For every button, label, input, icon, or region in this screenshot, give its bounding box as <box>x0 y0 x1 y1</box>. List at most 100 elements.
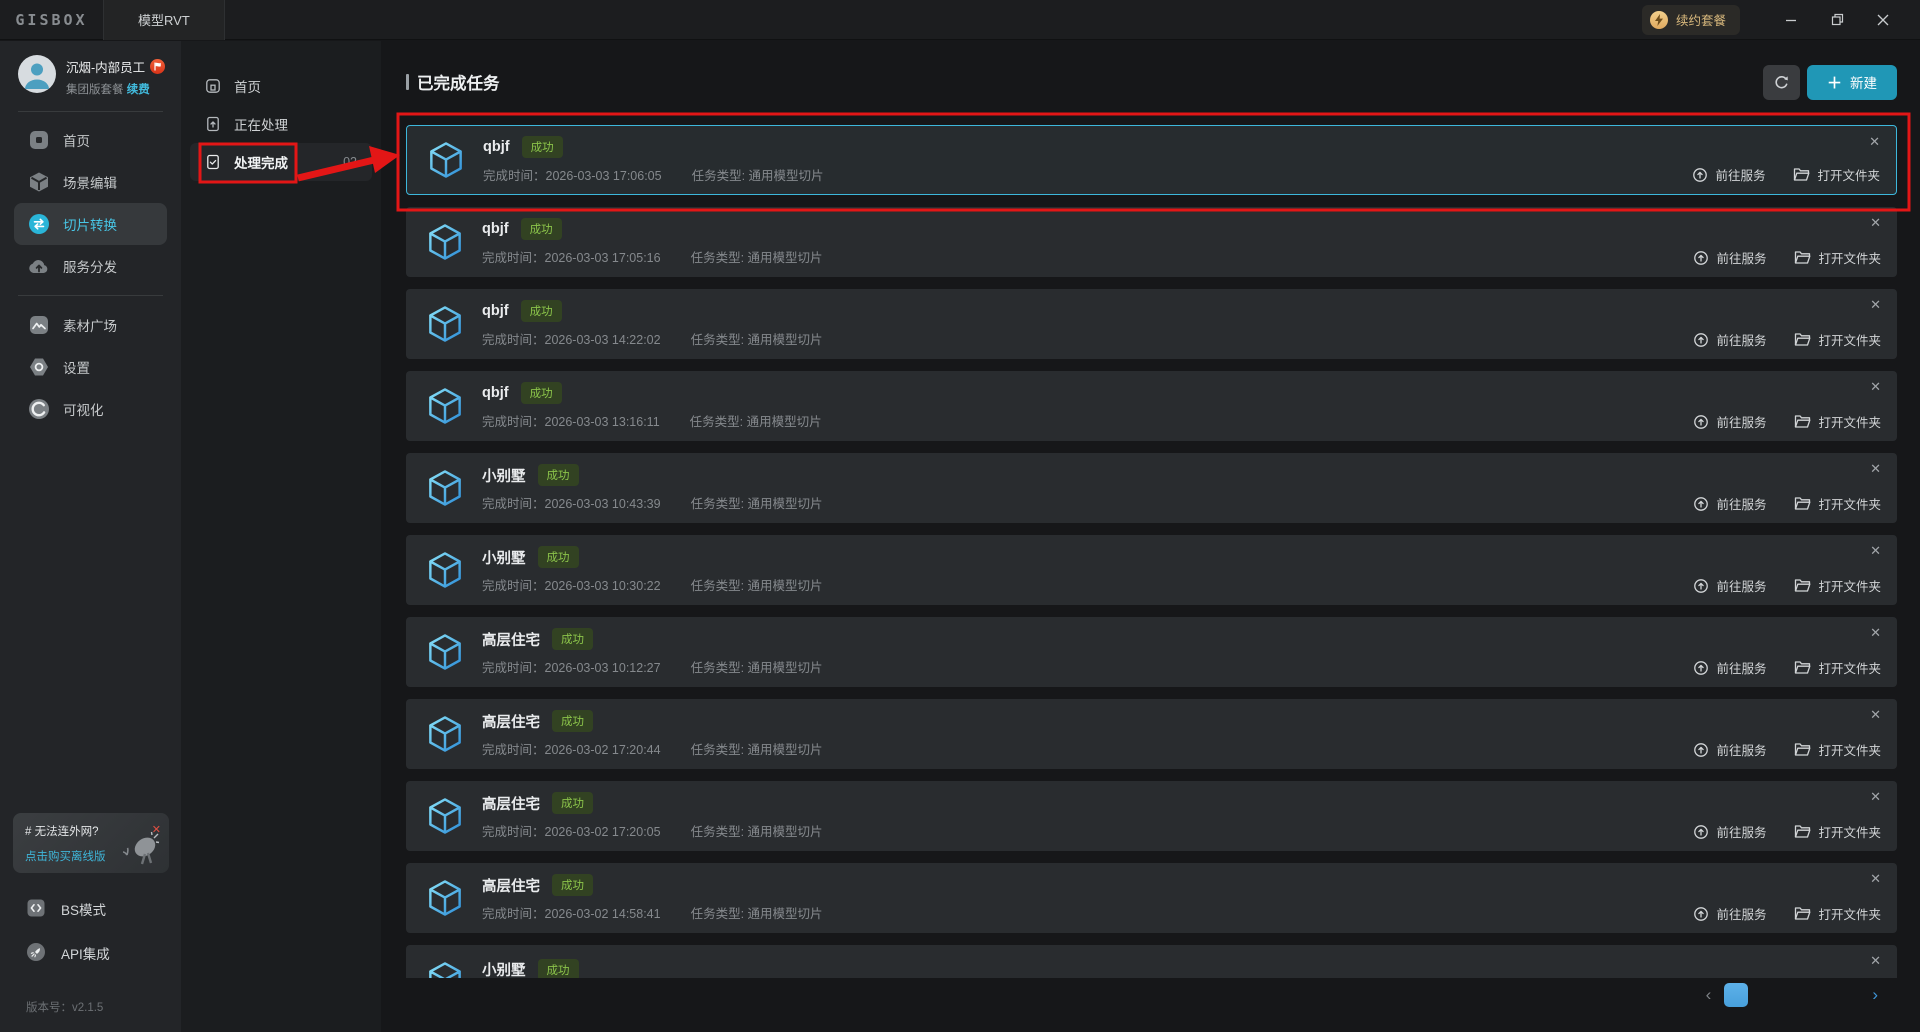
task-card[interactable]: qbjf 成功 完成时间：2026-03-03 13:16:11 任务类型: 通用… <box>406 371 1897 441</box>
lightning-icon <box>1649 10 1668 29</box>
go-service-button[interactable]: 前往服务 <box>1693 576 1766 595</box>
task-close-icon[interactable]: ✕ <box>1870 216 1881 229</box>
task-card[interactable]: 高层住宅 成功 完成时间：2026-03-02 14:58:41 任务类型: 通用… <box>406 863 1897 933</box>
user-plan-label: 集团版套餐 <box>66 84 124 96</box>
task-card[interactable]: 小别墅 成功 完成时间：2026-03-03 10:43:39 任务类型: 通用模… <box>406 453 1897 523</box>
pagination: ‹ › <box>1706 983 1878 1007</box>
sidebar-item-home[interactable]: 首页 <box>14 119 167 161</box>
task-close-icon[interactable]: ✕ <box>1869 135 1880 148</box>
sidebar-item-service-distribute[interactable]: 服务分发 <box>14 245 167 287</box>
go-service-label: 前往服务 <box>1716 416 1767 430</box>
sidebar-item-material-market[interactable]: 素材广场 <box>14 304 167 346</box>
task-card[interactable]: 高层住宅 成功 完成时间：2026-03-02 17:20:44 任务类型: 通用… <box>406 699 1897 769</box>
go-service-button[interactable]: 前往服务 <box>1693 822 1766 841</box>
task-close-icon[interactable]: ✕ <box>1870 708 1881 721</box>
renew-plan-button[interactable]: 续约套餐 <box>1641 4 1740 35</box>
subsidebar-item-label: 处理完成 <box>234 156 288 171</box>
task-close-icon[interactable]: ✕ <box>1870 462 1881 475</box>
renew-fee-link[interactable]: 续费 <box>127 84 150 96</box>
task-finish-time: 完成时间：2026-03-03 17:05:16 <box>482 251 661 265</box>
avatar[interactable] <box>18 55 56 93</box>
go-service-button[interactable]: 前往服务 <box>1693 904 1766 923</box>
open-folder-button[interactable]: 打开文件夹 <box>1793 165 1880 184</box>
sidebar-item-visualization[interactable]: 可视化 <box>14 388 167 430</box>
open-folder-button[interactable]: 打开文件夹 <box>1794 494 1881 513</box>
page-button[interactable] <box>1724 983 1749 1007</box>
open-folder-button[interactable]: 打开文件夹 <box>1794 904 1881 923</box>
status-badge: 成功 <box>552 792 593 814</box>
task-close-icon[interactable]: ✕ <box>1870 954 1881 967</box>
sidebar-item-slice-convert[interactable]: 切片转换 <box>14 203 167 245</box>
open-folder-button[interactable]: 打开文件夹 <box>1794 412 1881 431</box>
go-service-button[interactable]: 前往服务 <box>1693 330 1766 349</box>
task-name: 高层住宅 <box>482 632 540 649</box>
task-info: qbjf 成功 完成时间：2026-03-03 17:06:05 任务类型: 通用… <box>483 136 824 184</box>
model-cube-icon <box>429 306 461 342</box>
go-service-button[interactable]: 前往服务 <box>1693 412 1766 431</box>
task-type: 任务类型: 通用模型切片 <box>690 907 823 921</box>
subsidebar-item-label: 首页 <box>234 80 261 95</box>
open-folder-button[interactable]: 打开文件夹 <box>1794 248 1881 267</box>
page-button[interactable] <box>1761 983 1785 1007</box>
sidebar-item-bs-mode[interactable]: BS模式 <box>0 887 181 931</box>
go-service-button[interactable]: 前往服务 <box>1693 248 1766 267</box>
go-service-button[interactable]: 前往服务 <box>1693 740 1766 759</box>
prev-page-icon[interactable]: ‹ <box>1706 986 1712 1005</box>
next-page-icon[interactable]: › <box>1872 986 1878 1005</box>
sidebar-item-settings[interactable]: 设置 <box>14 346 167 388</box>
task-close-icon[interactable]: ✕ <box>1870 298 1881 311</box>
task-card[interactable]: 小别墅 成功 ✕ 前往服务 <box>406 945 1897 978</box>
task-card[interactable]: qbjf 成功 完成时间：2026-03-03 17:05:16 任务类型: 通用… <box>406 207 1897 277</box>
sidebar-item-api-integration[interactable]: API集成 <box>0 931 181 975</box>
task-card[interactable]: 高层住宅 成功 完成时间：2026-03-02 17:20:05 任务类型: 通用… <box>406 781 1897 851</box>
model-cube-icon <box>429 470 461 506</box>
task-card[interactable]: 小别墅 成功 完成时间：2026-03-03 10:30:22 任务类型: 通用模… <box>406 535 1897 605</box>
subsidebar-item-home[interactable]: 首页 <box>190 67 372 105</box>
folder-icon <box>1795 497 1811 510</box>
open-folder-button[interactable]: 打开文件夹 <box>1794 740 1881 759</box>
task-type: 任务类型: 通用模型切片 <box>690 251 823 265</box>
slice-convert-icon <box>28 213 50 235</box>
task-close-icon[interactable]: ✕ <box>1870 790 1881 803</box>
task-close-icon[interactable]: ✕ <box>1870 626 1881 639</box>
subsidebar-item-done[interactable]: 处理完成 02 <box>190 143 372 181</box>
page-button[interactable] <box>1798 983 1822 1007</box>
go-service-button[interactable]: 前往服务 <box>1693 494 1766 513</box>
open-folder-button[interactable]: 打开文件夹 <box>1794 576 1881 595</box>
user-name: 沉烟-内部员工 <box>66 61 146 75</box>
go-service-button[interactable]: 前往服务 <box>1692 165 1765 184</box>
upload-circle-icon <box>1694 414 1709 429</box>
sidebar-item-label: 素材广场 <box>63 319 117 334</box>
model-cube-icon <box>429 388 461 424</box>
sidebar-item-label: 切片转换 <box>63 218 117 233</box>
open-folder-button[interactable]: 打开文件夹 <box>1794 822 1881 841</box>
subsidebar-item-processing[interactable]: 正在处理 <box>190 105 372 143</box>
restore-icon[interactable] <box>1814 0 1860 40</box>
new-task-button[interactable]: ＋ 新建 <box>1807 64 1897 100</box>
page-button[interactable] <box>1835 983 1859 1007</box>
task-card[interactable]: qbjf 成功 完成时间：2026-03-03 17:06:05 任务类型: 通用… <box>406 125 1897 195</box>
sidebar-item-label: API集成 <box>61 947 110 962</box>
tab-model-rvt[interactable]: 模型RVT <box>103 0 225 40</box>
task-card[interactable]: qbjf 成功 完成时间：2026-03-03 14:22:02 任务类型: 通用… <box>406 289 1897 359</box>
task-close-icon[interactable]: ✕ <box>1870 380 1881 393</box>
go-service-button[interactable]: 前往服务 <box>1693 658 1766 677</box>
open-folder-label: 打开文件夹 <box>1817 169 1880 183</box>
task-card[interactable]: 高层住宅 成功 完成时间：2026-03-03 10:12:27 任务类型: 通用… <box>406 617 1897 687</box>
open-folder-button[interactable]: 打开文件夹 <box>1794 658 1881 677</box>
go-service-label: 前往服务 <box>1716 826 1767 840</box>
task-close-icon[interactable]: ✕ <box>1870 544 1881 557</box>
open-folder-label: 打开文件夹 <box>1818 416 1881 430</box>
folder-icon <box>1795 661 1811 674</box>
task-close-icon[interactable]: ✕ <box>1870 872 1881 885</box>
settings-icon <box>28 356 50 378</box>
open-folder-button[interactable]: 打开文件夹 <box>1794 330 1881 349</box>
sidebar-item-scene-edit[interactable]: 场景编辑 <box>14 161 167 203</box>
task-name: 高层住宅 <box>482 714 540 731</box>
status-badge: 成功 <box>537 464 579 486</box>
refresh-button[interactable] <box>1763 64 1800 100</box>
task-finish-time: 完成时间：2026-03-03 10:43:39 <box>482 497 661 511</box>
task-actions: 前往服务 打开文件夹 <box>1692 165 1880 184</box>
close-window-icon[interactable] <box>1860 0 1906 40</box>
minimize-icon[interactable] <box>1768 0 1814 40</box>
